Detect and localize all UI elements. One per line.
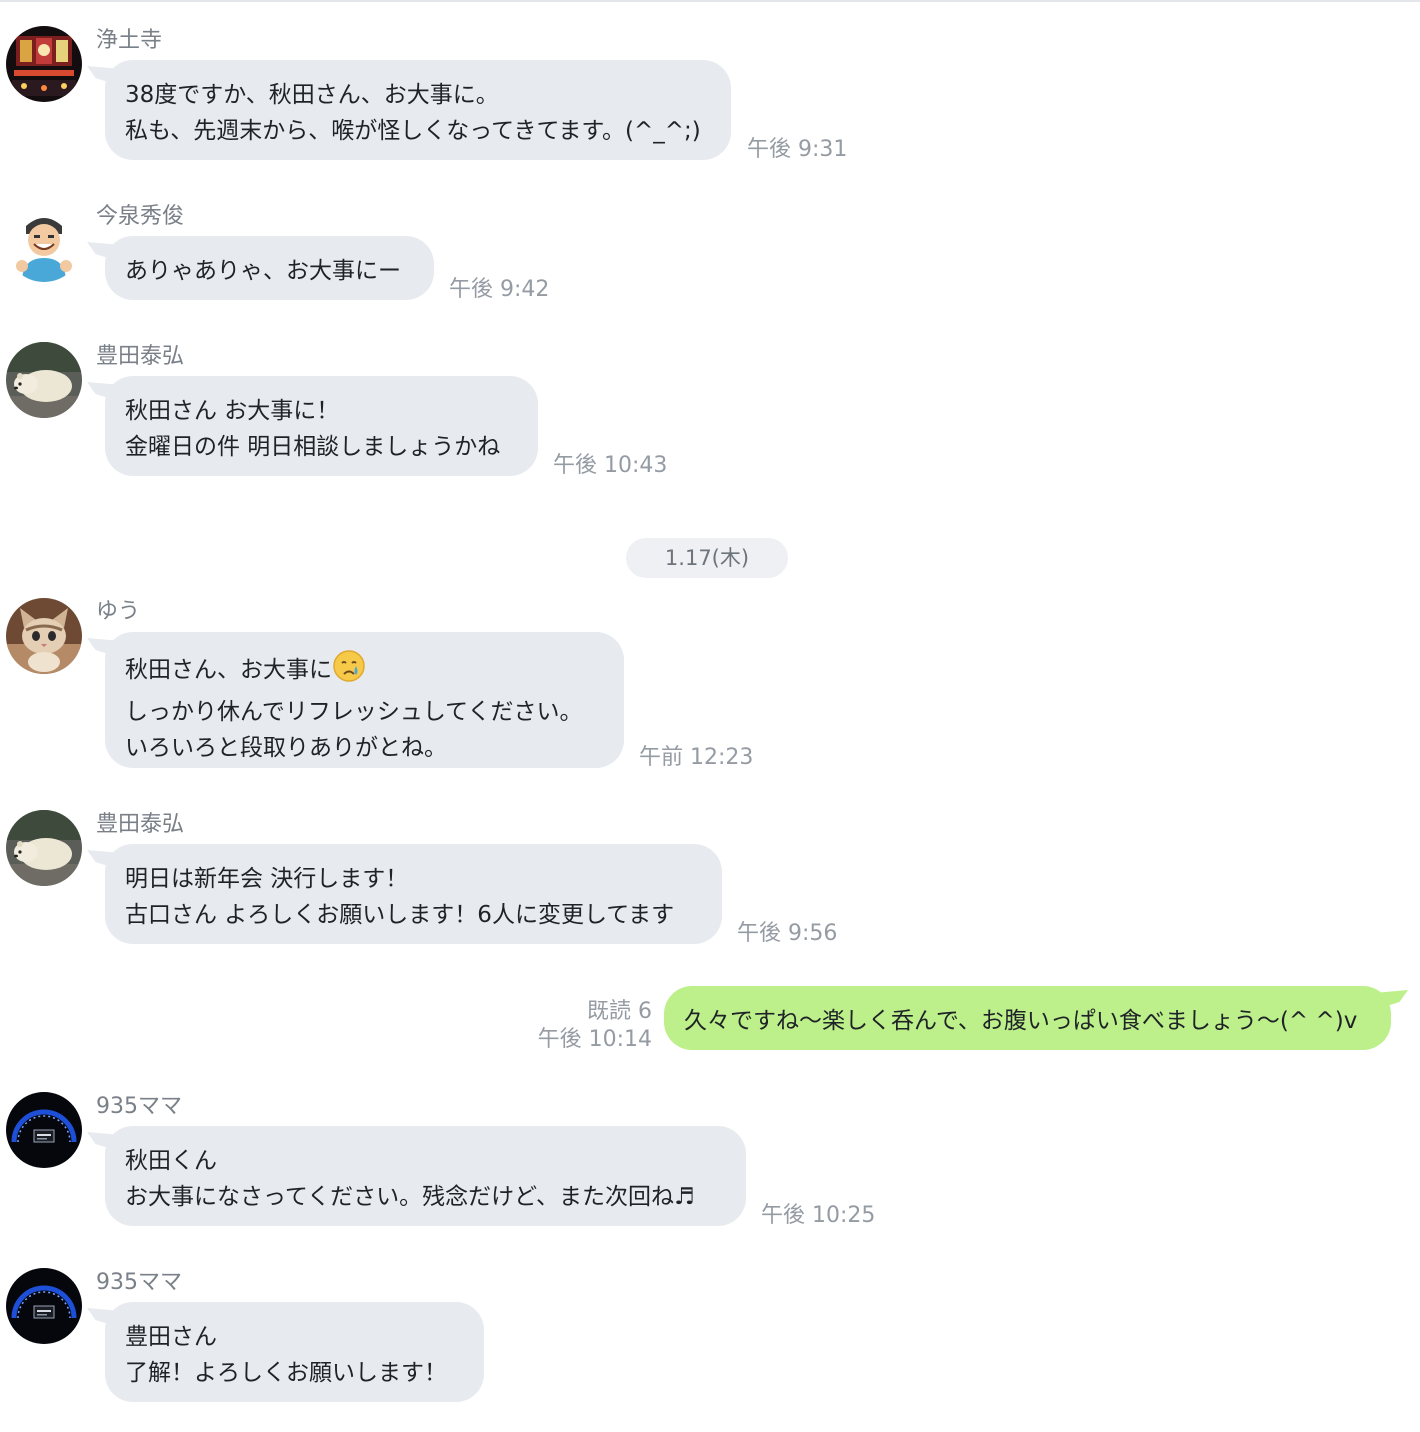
message-bubble[interactable]: 明日は新年会 決行します！ 古口さん よろしくお願いします！6人に変更してます <box>105 844 722 944</box>
cartoon-man-thumbs-up-avatar-icon <box>6 206 82 282</box>
message-time: 午後 10:25 <box>761 1203 876 1228</box>
avatar[interactable] <box>6 1268 82 1344</box>
read-receipt: 既読 6 <box>587 999 652 1024</box>
sender-name: 935ママ <box>96 1270 182 1295</box>
message-text: 古口さん よろしくお願いします！6人に変更してます <box>125 902 675 928</box>
sender-name: 今泉秀俊 <box>96 204 185 229</box>
avatar[interactable] <box>6 26 82 102</box>
polar-bear-avatar-icon <box>6 810 82 886</box>
message-text: お大事になさってください。残念だけど、また次回ね♬ <box>125 1184 695 1210</box>
top-divider <box>0 0 1420 2</box>
avatar[interactable] <box>6 342 82 418</box>
message-bubble[interactable]: ありゃありゃ、お大事にー <box>105 236 434 300</box>
night-street-photo-avatar-icon <box>6 26 82 102</box>
sender-name: 豊田泰弘 <box>96 344 185 369</box>
avatar[interactable] <box>6 598 82 674</box>
message-text: ありゃありゃ、お大事にー <box>125 258 401 284</box>
message-time: 午前 12:23 <box>639 745 754 770</box>
message-line-with-emoji: 秋田さん、お大事に <box>125 649 604 694</box>
avatar[interactable] <box>6 810 82 886</box>
sender-name: 浄土寺 <box>96 28 163 53</box>
crying-face-icon <box>332 649 366 694</box>
message-text: いろいろと段取りありがとね。 <box>125 735 447 761</box>
message-bubble[interactable]: 豊田さん 了解！よろしくお願いします！ <box>105 1302 484 1402</box>
message-bubble[interactable]: 秋田さん、お大事に しっかり休んでリフレッシュしてください。 いろいろと段取りあ… <box>105 632 624 768</box>
avatar[interactable] <box>6 1092 82 1168</box>
message-bubble[interactable]: 秋田くん お大事になさってください。残念だけど、また次回ね♬ <box>105 1126 746 1226</box>
message-text: 豊田さん <box>125 1324 217 1350</box>
avatar[interactable] <box>6 206 82 282</box>
message-text: 久々ですね〜楽しく呑んで、お腹いっぱい食べましょう〜(^ ^)v <box>684 1008 1358 1034</box>
speedometer-avatar-icon <box>6 1092 82 1168</box>
kitten-avatar-icon <box>6 598 82 674</box>
message-bubble[interactable]: 38度ですか、秋田さん、お大事に。 私も、先週末から、喉が怪しくなってきてます。… <box>105 60 731 160</box>
sender-name: 935ママ <box>96 1094 182 1119</box>
message-text: 秋田さん お大事に！ <box>125 398 340 424</box>
message-text: 私も、先週末から、喉が怪しくなってきてます。(^_^;) <box>125 118 701 144</box>
message-text: 了解！よろしくお願いします！ <box>125 1360 447 1386</box>
message-time: 午後 9:31 <box>747 137 848 162</box>
message-time: 午後 10:43 <box>553 453 668 478</box>
message-time: 午後 9:56 <box>737 921 838 946</box>
message-bubble[interactable]: 秋田さん お大事に！ 金曜日の件 明日相談しましょうかね <box>105 376 538 476</box>
outgoing-message-bubble[interactable]: 久々ですね〜楽しく呑んで、お腹いっぱい食べましょう〜(^ ^)v <box>664 986 1391 1050</box>
message-time: 午後 9:42 <box>449 277 550 302</box>
speedometer-avatar-icon <box>6 1268 82 1344</box>
message-text: 明日は新年会 決行します！ <box>125 866 409 892</box>
message-text: 38度ですか、秋田さん、お大事に。 <box>125 82 499 108</box>
polar-bear-avatar-icon <box>6 342 82 418</box>
message-text: 秋田さん、お大事に <box>125 657 332 683</box>
message-text: 金曜日の件 明日相談しましょうかね <box>125 434 501 460</box>
message-text: 秋田くん <box>125 1148 217 1174</box>
sender-name: ゆう <box>96 599 141 624</box>
message-text: しっかり休んでリフレッシュしてください。 <box>125 699 583 725</box>
message-time: 午後 10:14 <box>537 1027 652 1052</box>
sender-name: 豊田泰弘 <box>96 812 185 837</box>
date-separator: 1.17(木) <box>626 538 788 578</box>
